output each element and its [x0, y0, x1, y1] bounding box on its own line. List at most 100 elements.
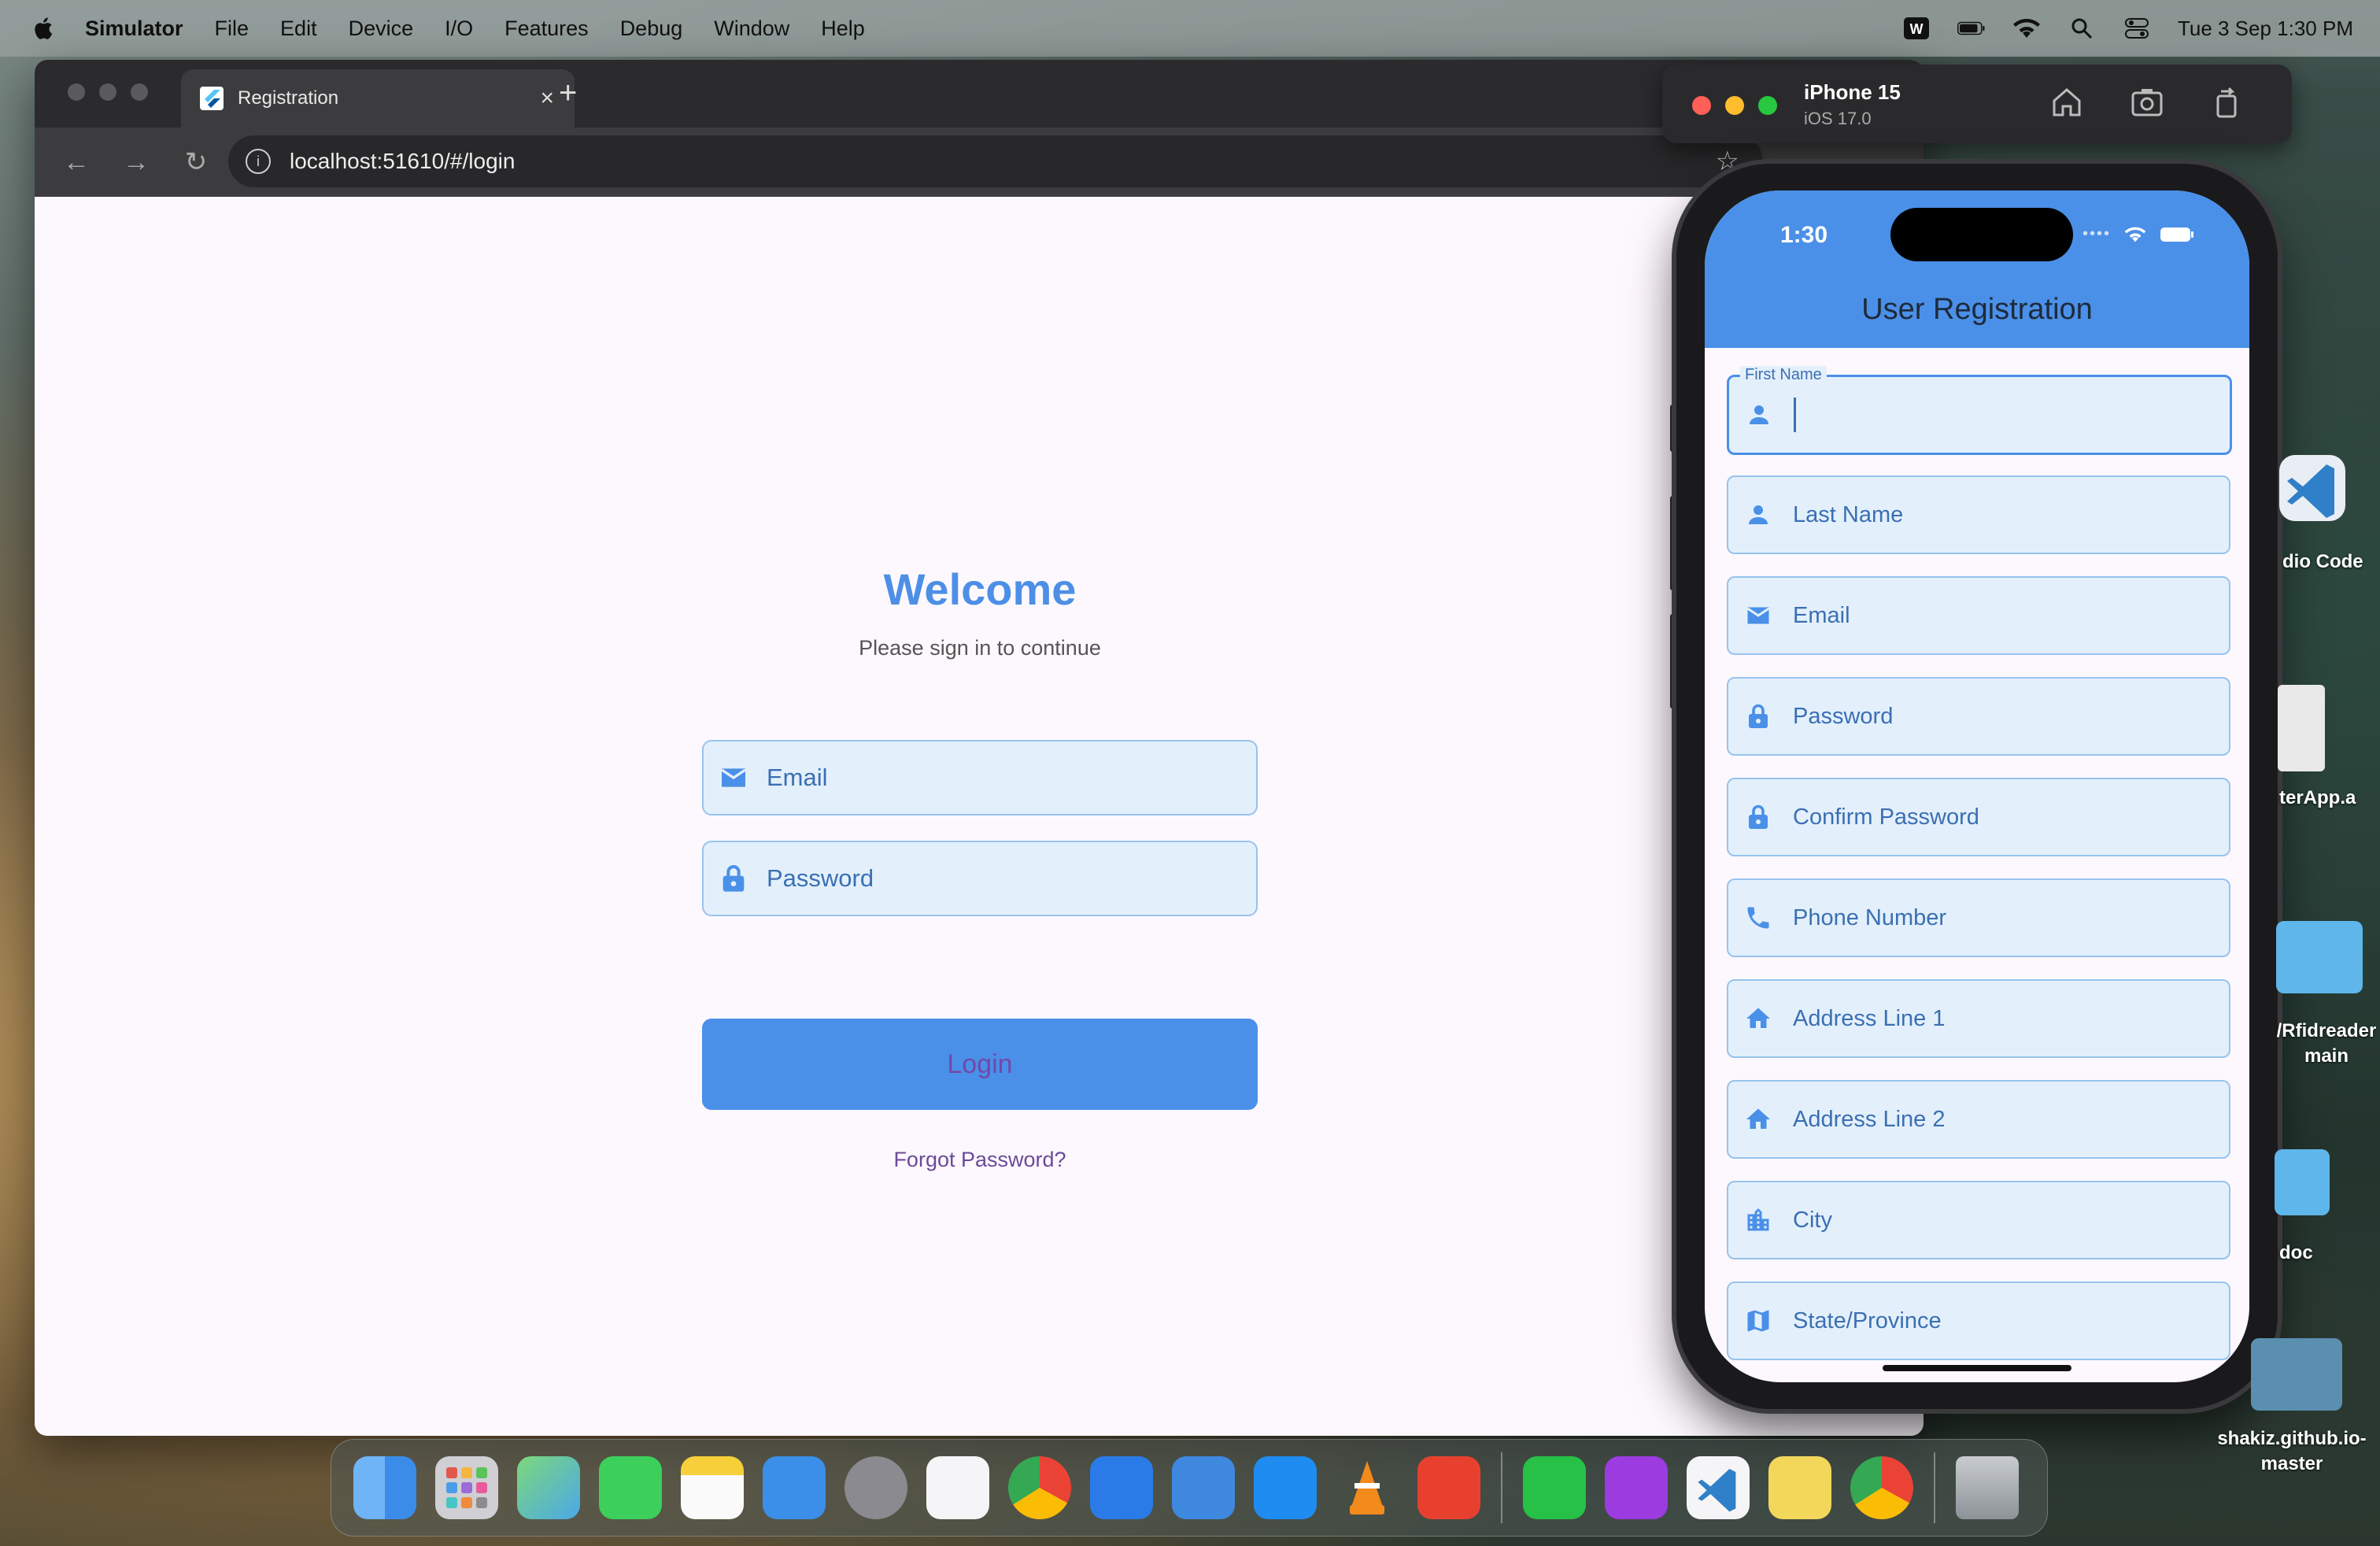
- home-icon: [1746, 1108, 1770, 1129]
- web-page: Welcome Please sign in to continue Email…: [35, 197, 1924, 1436]
- app-title: User Registration: [1861, 293, 2093, 326]
- lock-icon: [722, 865, 745, 892]
- spotlight-search-icon[interactable]: [2068, 17, 2096, 39]
- phone-number-label: Phone Number: [1793, 904, 1947, 930]
- city-field[interactable]: City: [1727, 1181, 2230, 1259]
- last-name-label: Last Name: [1793, 501, 1904, 527]
- system-settings-icon[interactable]: [844, 1456, 907, 1519]
- desktop-icon-label[interactable]: doc: [2279, 1242, 2380, 1264]
- facetime-icon[interactable]: [599, 1456, 662, 1519]
- mail-icon: [721, 768, 746, 787]
- vscode-desktop-icon[interactable]: [2273, 449, 2367, 535]
- zoom-window-button[interactable]: [131, 83, 148, 101]
- wps-office-icon[interactable]: [1605, 1456, 1668, 1519]
- vlc-icon[interactable]: [1336, 1456, 1399, 1519]
- address-line-2-field[interactable]: Address Line 2: [1727, 1080, 2230, 1159]
- state-province-field[interactable]: State/Province: [1727, 1282, 2230, 1360]
- desktop-icon-label[interactable]: shakiz.github.io- master: [2204, 1426, 2380, 1477]
- apple-menu-icon[interactable]: [31, 16, 54, 41]
- new-tab-icon[interactable]: +: [559, 76, 577, 111]
- wps-icon[interactable]: W: [1902, 17, 1931, 39]
- person-icon: [1750, 405, 1768, 424]
- simulator-zoom-button[interactable]: [1758, 96, 1777, 115]
- city-label: City: [1793, 1207, 1832, 1233]
- email-field[interactable]: Email: [702, 740, 1258, 816]
- screenshot-camera-icon[interactable]: [2130, 85, 2164, 120]
- tab-title: Registration: [238, 87, 339, 109]
- iphone-screen: 1:30 •••• User Registration First Name L…: [1705, 190, 2249, 1382]
- file-desktop-icon[interactable]: [2278, 685, 2325, 771]
- menu-file[interactable]: File: [215, 17, 249, 41]
- menu-help[interactable]: Help: [821, 17, 865, 41]
- rotate-device-icon[interactable]: [2210, 85, 2245, 120]
- menu-edit[interactable]: Edit: [280, 17, 317, 41]
- maps-icon[interactable]: [517, 1456, 580, 1519]
- first-name-floating-label: First Name: [1740, 366, 1827, 384]
- whatsapp-icon[interactable]: [1523, 1456, 1586, 1519]
- back-arrow-icon[interactable]: ←: [58, 147, 94, 178]
- email-field[interactable]: Email: [1727, 576, 2230, 655]
- address-bar[interactable]: i localhost:51610/#/login ☆: [228, 135, 1763, 187]
- volume-up-button: [1670, 496, 1676, 590]
- email-field-label: Email: [767, 764, 828, 791]
- last-name-field[interactable]: Last Name: [1727, 475, 2230, 554]
- folder-desktop-icon[interactable]: [2275, 1149, 2330, 1215]
- first-name-field[interactable]: First Name: [1727, 366, 2232, 455]
- keynote-icon[interactable]: [763, 1456, 826, 1519]
- anydesk-icon[interactable]: [1417, 1456, 1480, 1519]
- menu-io[interactable]: I/O: [445, 17, 473, 41]
- url-text[interactable]: localhost:51610/#/login: [290, 149, 515, 174]
- password-label: Password: [1793, 703, 1894, 729]
- home-button-icon[interactable]: [2049, 85, 2084, 120]
- site-info-icon[interactable]: i: [246, 149, 271, 174]
- confirm-password-field[interactable]: Confirm Password: [1727, 778, 2230, 856]
- menu-features[interactable]: Features: [504, 17, 589, 41]
- finder-icon[interactable]: [353, 1456, 416, 1519]
- password-field[interactable]: Password: [702, 841, 1258, 916]
- app-store-icon[interactable]: [1254, 1456, 1317, 1519]
- menu-window[interactable]: Window: [714, 17, 789, 41]
- menubar-clock[interactable]: Tue 3 Sep 1:30 PM: [2178, 17, 2353, 41]
- minimize-window-button[interactable]: [99, 83, 116, 101]
- stickies-icon[interactable]: [1768, 1456, 1831, 1519]
- status-battery-icon: [2160, 227, 2193, 242]
- vscode-icon[interactable]: [1687, 1456, 1750, 1519]
- notes-icon[interactable]: [681, 1456, 744, 1519]
- menu-device[interactable]: Device: [349, 17, 414, 41]
- folder-desktop-icon[interactable]: [2251, 1338, 2342, 1411]
- password-field[interactable]: Password: [1727, 677, 2230, 756]
- phone-number-field[interactable]: Phone Number: [1727, 878, 2230, 957]
- simulator-icon[interactable]: [1172, 1456, 1235, 1519]
- trash-icon[interactable]: [1956, 1456, 2019, 1519]
- chrome-icon[interactable]: [1008, 1456, 1071, 1519]
- mail-icon: [1746, 607, 1770, 624]
- instruments-icon[interactable]: [926, 1456, 989, 1519]
- chrome-icon[interactable]: [1850, 1456, 1913, 1519]
- browser-tab[interactable]: Registration ×: [181, 69, 575, 128]
- reload-icon[interactable]: ↻: [178, 146, 214, 178]
- map-icon: [1747, 1310, 1769, 1332]
- control-center-icon[interactable]: [2123, 17, 2151, 39]
- home-indicator[interactable]: [1883, 1365, 2071, 1371]
- close-window-button[interactable]: [68, 83, 85, 101]
- launchpad-icon[interactable]: [435, 1456, 498, 1519]
- xcode-icon[interactable]: [1090, 1456, 1153, 1519]
- address-line-1-field[interactable]: Address Line 1: [1727, 979, 2230, 1058]
- tab-close-icon[interactable]: ×: [540, 85, 554, 112]
- menu-app-name[interactable]: Simulator: [85, 17, 183, 41]
- forgot-password-link[interactable]: Forgot Password?: [702, 1148, 1258, 1172]
- battery-icon[interactable]: [1957, 17, 1986, 39]
- desktop-icon-label[interactable]: dio Code: [2282, 551, 2380, 573]
- menu-debug[interactable]: Debug: [620, 17, 683, 41]
- forward-arrow-icon[interactable]: →: [118, 147, 154, 178]
- address-line-2-label: Address Line 2: [1793, 1106, 1946, 1132]
- text-cursor: [1794, 398, 1796, 432]
- desktop-icon-label[interactable]: terApp.a: [2279, 787, 2380, 809]
- login-button[interactable]: Login: [702, 1019, 1258, 1110]
- folder-desktop-icon[interactable]: [2276, 921, 2363, 993]
- desktop-icon-label[interactable]: /Rfidreader main: [2273, 1019, 2380, 1069]
- wifi-icon[interactable]: [2012, 17, 2041, 39]
- status-wifi-icon: [2124, 227, 2146, 242]
- simulator-close-button[interactable]: [1692, 96, 1711, 115]
- simulator-minimize-button[interactable]: [1725, 96, 1744, 115]
